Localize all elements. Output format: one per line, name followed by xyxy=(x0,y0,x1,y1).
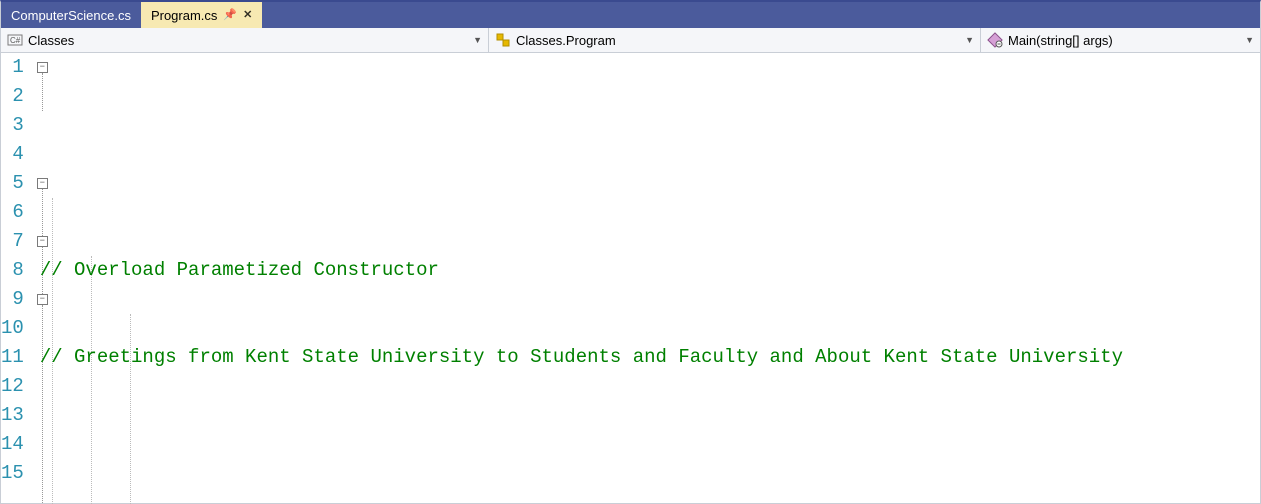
type-dropdown[interactable]: Classes.Program ▼ xyxy=(489,28,981,52)
line-number: 9 xyxy=(1,285,24,314)
line-number: 7 xyxy=(1,227,24,256)
method-icon xyxy=(987,32,1003,48)
svg-text:C#: C# xyxy=(10,36,21,45)
close-icon[interactable]: ✕ xyxy=(243,10,252,21)
type-label: Classes.Program xyxy=(516,33,616,48)
line-number: 15 xyxy=(1,459,24,488)
indent-guide xyxy=(91,256,92,504)
tab-program[interactable]: Program.cs 📌 ✕ xyxy=(141,2,262,28)
scope-dropdown[interactable]: C# Classes ▼ xyxy=(1,28,489,52)
class-icon xyxy=(495,32,511,48)
line-number: 12 xyxy=(1,372,24,401)
line-number: 3 xyxy=(1,111,24,140)
chevron-down-icon: ▼ xyxy=(473,35,482,45)
document-tabstrip: ComputerScience.cs Program.cs 📌 ✕ xyxy=(1,2,1260,28)
line-number: 6 xyxy=(1,198,24,227)
chevron-down-icon: ▼ xyxy=(1245,35,1254,45)
line-number: 4 xyxy=(1,140,24,169)
navigation-bar: C# Classes ▼ Classes.Program ▼ Main(stri… xyxy=(1,28,1260,53)
chevron-down-icon: ▼ xyxy=(965,35,974,45)
line-number-gutter: 1 2 3 4 5 6 7 8 9 10 11 12 13 14 15 xyxy=(1,53,36,503)
line-number: 14 xyxy=(1,430,24,459)
tab-label: ComputerScience.cs xyxy=(11,8,131,23)
code-editor[interactable]: 1 2 3 4 5 6 7 8 9 10 11 12 13 14 15 − − … xyxy=(1,53,1260,503)
pin-icon[interactable]: 📌 xyxy=(223,10,237,21)
scope-label: Classes xyxy=(28,33,74,48)
line-number: 5 xyxy=(1,169,24,198)
line-number: 13 xyxy=(1,401,24,430)
line-number: 8 xyxy=(1,256,24,285)
line-number: 2 xyxy=(1,82,24,111)
csharp-project-icon: C# xyxy=(7,32,23,48)
line-number: 1 xyxy=(1,53,24,82)
code-line: // Overload Parametized Constructor xyxy=(40,256,1261,285)
tab-computerscience[interactable]: ComputerScience.cs xyxy=(1,2,141,28)
code-surface[interactable]: // Overload Parametized Constructor // G… xyxy=(36,53,1261,503)
code-line: // Greetings from Kent State University … xyxy=(40,343,1261,372)
line-number: 10 xyxy=(1,314,24,343)
line-number: 11 xyxy=(1,343,24,372)
member-label: Main(string[] args) xyxy=(1008,33,1113,48)
member-dropdown[interactable]: Main(string[] args) ▼ xyxy=(981,28,1260,52)
code-line xyxy=(40,430,1261,459)
tab-label: Program.cs xyxy=(151,8,217,23)
